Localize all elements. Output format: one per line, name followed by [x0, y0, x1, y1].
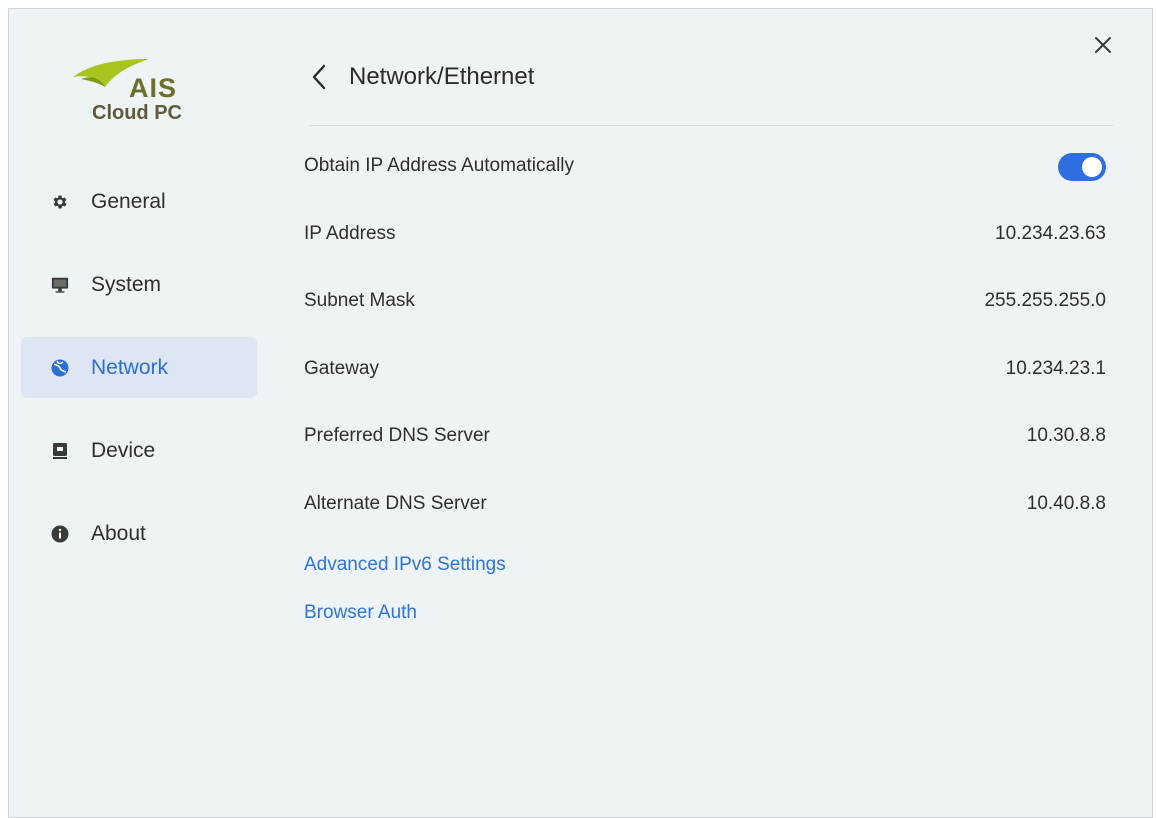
sidebar-item-about[interactable]: About: [21, 503, 257, 564]
gateway-value: 10.234.23.1: [1005, 357, 1106, 379]
sidebar-item-label: About: [91, 521, 146, 545]
obtain-ip-label: Obtain IP Address Automatically: [304, 155, 575, 176]
info-icon: [51, 525, 69, 543]
alternate-dns-label: Alternate DNS Server: [304, 492, 487, 514]
ip-address-value: 10.234.23.63: [995, 222, 1106, 244]
subnet-mask-value: 255.255.255.0: [984, 290, 1106, 311]
device-icon: [51, 442, 69, 460]
sidebar-nav: General System Network Device About: [21, 171, 257, 586]
ip-address-label: IP Address: [304, 222, 396, 244]
browser-auth-link[interactable]: Browser Auth: [304, 602, 417, 624]
header-divider: [309, 125, 1113, 126]
back-button[interactable]: [309, 63, 329, 91]
ip-address-row: IP Address 10.234.23.63: [304, 207, 1106, 275]
globe-icon: [51, 359, 69, 377]
brand-logo: AIS Cloud PC: [71, 53, 201, 133]
sidebar-item-label: Device: [91, 438, 156, 462]
monitor-icon: [51, 276, 69, 294]
gateway-label: Gateway: [304, 357, 379, 379]
preferred-dns-value: 10.30.8.8: [1026, 425, 1106, 446]
page-header: Network/Ethernet: [305, 53, 1113, 127]
preferred-dns-row: Preferred DNS Server 10.30.8.8: [304, 409, 1106, 477]
alternate-dns-row: Alternate DNS Server 10.40.8.8: [304, 477, 1106, 545]
obtain-ip-row: Obtain IP Address Automatically: [304, 139, 1106, 207]
brand-name: AIS: [129, 73, 178, 103]
sidebar-item-label: System: [91, 272, 162, 296]
sidebar-item-label: General: [91, 189, 166, 213]
gateway-row: Gateway 10.234.23.1: [304, 342, 1106, 410]
obtain-ip-toggle[interactable]: [1058, 153, 1106, 181]
sidebar-item-general[interactable]: General: [21, 171, 257, 232]
sidebar-item-device[interactable]: Device: [21, 420, 257, 481]
sidebar-item-label: Network: [91, 355, 169, 379]
subnet-mask-row: Subnet Mask 255.255.255.0: [304, 274, 1106, 342]
page-title: Network/Ethernet: [349, 63, 535, 90]
chevron-left-icon: [312, 64, 326, 90]
subnet-mask-label: Subnet Mask: [304, 290, 415, 311]
sidebar-item-network[interactable]: Network: [21, 337, 257, 398]
close-icon: [1095, 37, 1111, 53]
toggle-knob: [1082, 157, 1102, 177]
brand-product: Cloud PC: [92, 102, 182, 124]
settings-window: AIS Cloud PC General System Network Devi…: [8, 8, 1153, 818]
alternate-dns-value: 10.40.8.8: [1026, 492, 1106, 514]
sidebar: AIS Cloud PC General System Network Devi…: [9, 9, 269, 817]
advanced-ipv6-settings-link[interactable]: Advanced IPv6 Settings: [304, 554, 506, 576]
gear-icon: [51, 193, 69, 211]
network-settings-list: Obtain IP Address Automatically IP Addre…: [304, 139, 1106, 544]
sidebar-item-system[interactable]: System: [21, 254, 257, 315]
preferred-dns-label: Preferred DNS Server: [304, 425, 490, 446]
